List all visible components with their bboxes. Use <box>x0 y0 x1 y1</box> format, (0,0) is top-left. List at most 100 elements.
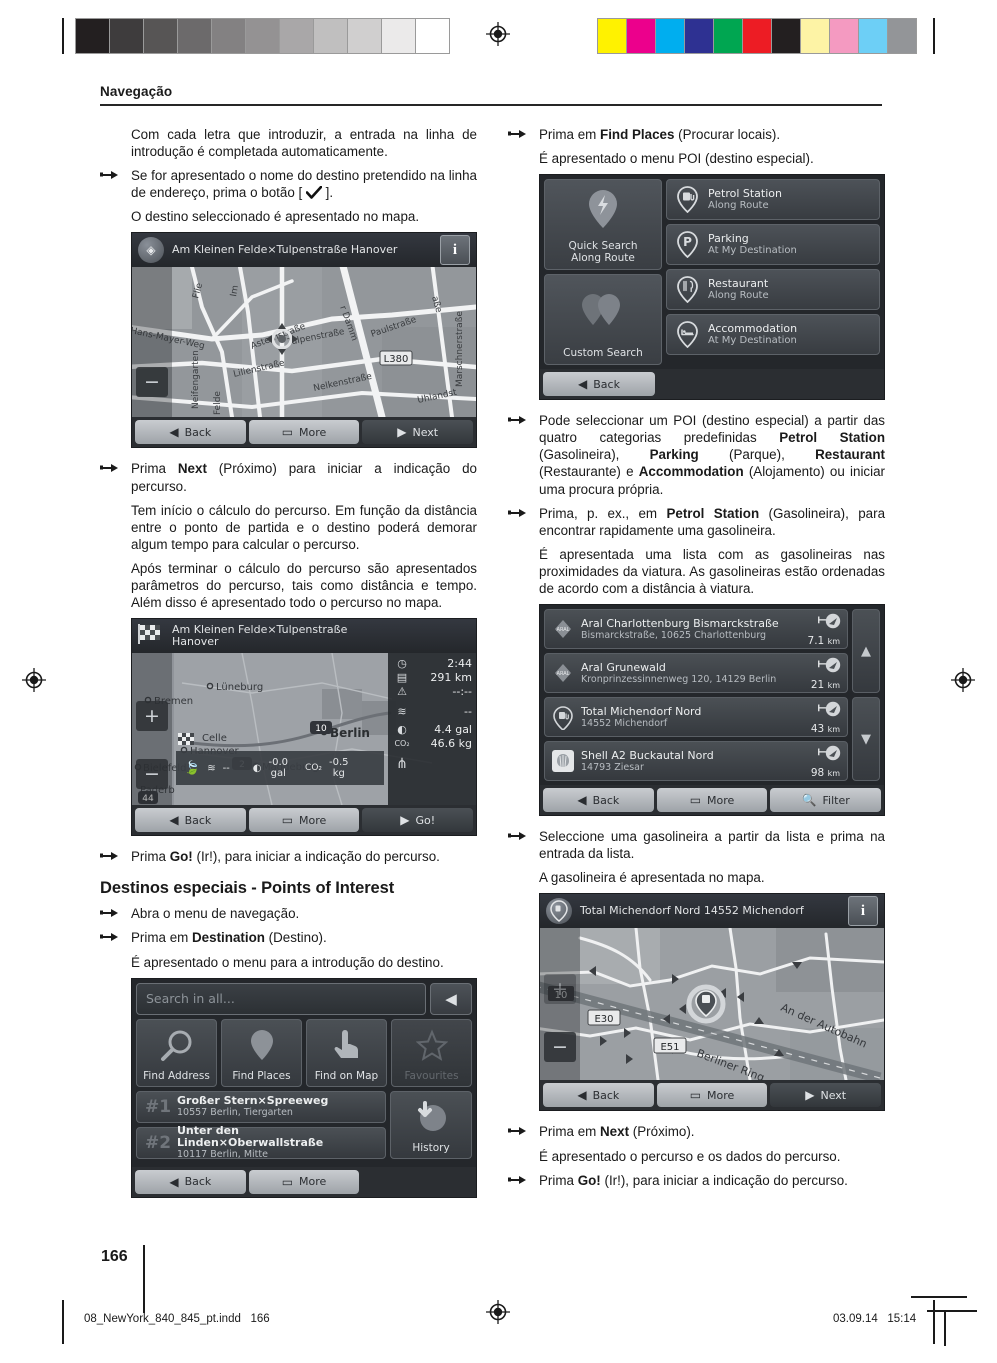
svg-text:P: P <box>683 235 692 249</box>
bullet-find-places-post: (Procurar locais). <box>674 127 781 142</box>
registration-target-icon <box>486 22 510 46</box>
traffic-icon: ≋ <box>207 762 216 774</box>
poi-row-petrol-station[interactable]: Petrol Station Along Route <box>666 179 880 221</box>
recent-2-address: 10117 Berlin, Mitte <box>177 1148 268 1160</box>
quick-search-tile[interactable]: Quick Search Along Route <box>544 179 662 271</box>
back-button[interactable]: ◀ Back <box>543 1083 654 1108</box>
recent-destination-2[interactable]: #2 Unter den Linden×Oberwallstraße 10117… <box>136 1124 386 1160</box>
find-on-map-button[interactable]: Find on Map <box>306 1018 387 1087</box>
back-button[interactable]: ◀ Back <box>543 372 655 397</box>
back-button[interactable]: ◀ Back <box>135 1169 246 1194</box>
quick-search-label1: Quick Search <box>568 240 638 253</box>
eco-traffic-value: -- <box>222 762 230 774</box>
custom-search-tile[interactable]: Custom Search <box>544 274 662 366</box>
find-address-button[interactable]: Find Address <box>136 1018 217 1087</box>
station-map-canvas[interactable]: An der Autobahn Berliner Ring 10 E30 E51… <box>540 928 884 1081</box>
next-button[interactable]: ▶ Next <box>362 420 474 445</box>
favourites-button[interactable]: Favourites <box>391 1018 472 1087</box>
para-autocomplete: Com cada letra que introduzir, a entrada… <box>131 127 477 160</box>
go-button[interactable]: ▶ Go! <box>362 808 474 833</box>
gray-swatch <box>144 19 178 53</box>
scroll-down-icon[interactable]: ▼ <box>852 697 880 782</box>
next-button[interactable]: ▶ Next <box>770 1083 882 1108</box>
table-row[interactable]: Total Michendorf Nord 14552 Michendorf ⟼… <box>544 697 848 738</box>
screenshot-route-overview: Am Kleinen Felde×Tulpenstraße Hanover Lü… <box>131 618 477 837</box>
screenshot-petrol-list: ARAL Aral Charlottenburg Bismarckstraße … <box>539 604 885 817</box>
more-button[interactable]: ▭ More <box>248 1169 360 1194</box>
scroll-up-icon[interactable]: ▲ <box>852 609 880 694</box>
eco-co2-value: -0.5 <box>329 757 349 769</box>
screenshot-destination-map: ◈ Am Kleinen Felde×Tulpenstraße Hanover … <box>131 232 477 449</box>
station-2-address: Kronprinzessinnenweg 120, 14129 Berlin <box>581 673 777 685</box>
zoom-out-button[interactable]: − <box>136 367 168 398</box>
zoom-in-button[interactable]: + <box>136 701 168 732</box>
page-number: 166 <box>101 1248 128 1265</box>
hand-pointer-icon <box>508 127 530 143</box>
fuel-icon: ◐ <box>397 723 407 737</box>
bullet-open-nav-menu: Abra o menu de navegação. <box>100 905 477 922</box>
search-input[interactable]: Search in all... <box>136 982 426 1015</box>
more-button[interactable]: ▭ More <box>248 420 360 445</box>
find-places-button[interactable]: Find Places <box>221 1018 302 1087</box>
info-icon[interactable]: i <box>440 235 470 266</box>
back-button[interactable]: ◀ Back <box>135 420 246 445</box>
poi-row-accommodation[interactable]: Accommodation At My Destination <box>666 314 880 356</box>
table-row[interactable]: ARAL Aral Grunewald Kronprinzessinnenweg… <box>544 653 848 694</box>
clock-icon: ◷ <box>397 657 407 671</box>
more-button[interactable]: ▭ More <box>248 808 360 833</box>
color-swatch <box>743 19 772 53</box>
history-button[interactable]: History <box>390 1090 472 1159</box>
parking-pin-icon: P <box>675 231 700 259</box>
crop-mark-bottom-right <box>933 1300 935 1344</box>
color-calibration-bar <box>597 18 917 54</box>
hand-pointer-icon <box>508 829 530 845</box>
back-button[interactable]: ◀ Back <box>543 788 654 813</box>
zoom-in-button[interactable]: + <box>544 974 576 1005</box>
route-info-row-distance: ▤ 291 km <box>392 671 472 685</box>
destination-quick-buttons: Find Address Find Places Find on Map Fav… <box>136 1018 472 1087</box>
poi-row-restaurant[interactable]: Restaurant Along Route <box>666 269 880 311</box>
bullet-press-go-2: Prima Go! (Ir!), para iniciar a indicaçã… <box>508 1172 885 1189</box>
bullet-petrol-bold: Petrol Station <box>666 505 760 521</box>
more-button[interactable]: ▭ More <box>656 788 768 813</box>
hand-pointer-icon <box>508 1124 530 1140</box>
list-scrollbar[interactable]: ▲ ▼ <box>852 609 880 782</box>
aral-icon: ARAL <box>552 662 574 684</box>
zoom-out-button[interactable]: − <box>544 1032 576 1063</box>
hand-pointer-icon <box>100 461 122 477</box>
back-button[interactable]: ◀ Back <box>135 808 246 833</box>
route-overview-canvas[interactable]: Lüneburg Bremen Celle Hannover Magdeburg… <box>132 653 476 806</box>
gray-swatch <box>280 19 314 53</box>
table-row[interactable]: ARAL Aral Charlottenburg Bismarckstraße … <box>544 609 848 650</box>
cat-petrol: Petrol Station <box>779 430 886 446</box>
para-destination-menu: É apresentado o menu para a introdução d… <box>131 954 444 970</box>
poi-row-parking[interactable]: P Parking At My Destination <box>666 224 880 266</box>
cat-restaurant: Restaurant <box>815 447 886 463</box>
destination-marker-icon: ◈ <box>138 237 164 264</box>
poi-row-petrol-text: Petrol Station Along Route <box>708 187 782 212</box>
poi-row-restaurant-text: Restaurant Along Route <box>708 277 769 302</box>
destination-map-canvas[interactable]: Flie Im Asternstraße Tulpenstraße r Damm… <box>132 267 476 418</box>
magnifier-icon: 🔍 <box>801 793 817 808</box>
station-map-titlebar: Total Michendorf Nord 14552 Michendorf i <box>540 894 884 929</box>
filter-button[interactable]: 🔍 Filter <box>770 788 882 813</box>
poi-petrol-title: Petrol Station <box>708 187 782 201</box>
color-swatch <box>656 19 685 53</box>
hand-pointer-icon <box>508 506 530 522</box>
next-button-label: Next <box>820 1088 847 1102</box>
station-3-name: Total Michendorf Nord <box>581 704 702 718</box>
poi-petrol-subtitle: Along Route <box>708 200 769 212</box>
more-icon: ▭ <box>281 813 294 828</box>
info-icon[interactable]: i <box>848 896 878 927</box>
search-back-button[interactable]: ◀ <box>430 982 472 1015</box>
station-map-buttons: ◀ Back ▭ More ▶ Next <box>540 1080 884 1111</box>
petrol-pin-icon <box>675 186 700 214</box>
table-row[interactable]: Shell A2 Buckautal Nord 14793 Ziesar ⟼ 9… <box>544 741 848 782</box>
recent-destination-1[interactable]: #1 Großer Stern×Spreeweg 10557 Berlin, T… <box>136 1090 386 1123</box>
poi-parking-title: Parking <box>708 232 749 246</box>
station-3-distance: 43 km <box>810 723 840 736</box>
arrow-right-icon: ▶ <box>397 425 407 440</box>
eco-fuel-unit: gal <box>270 768 286 780</box>
zoom-out-button[interactable]: − <box>136 759 168 790</box>
more-button[interactable]: ▭ More <box>656 1083 768 1108</box>
